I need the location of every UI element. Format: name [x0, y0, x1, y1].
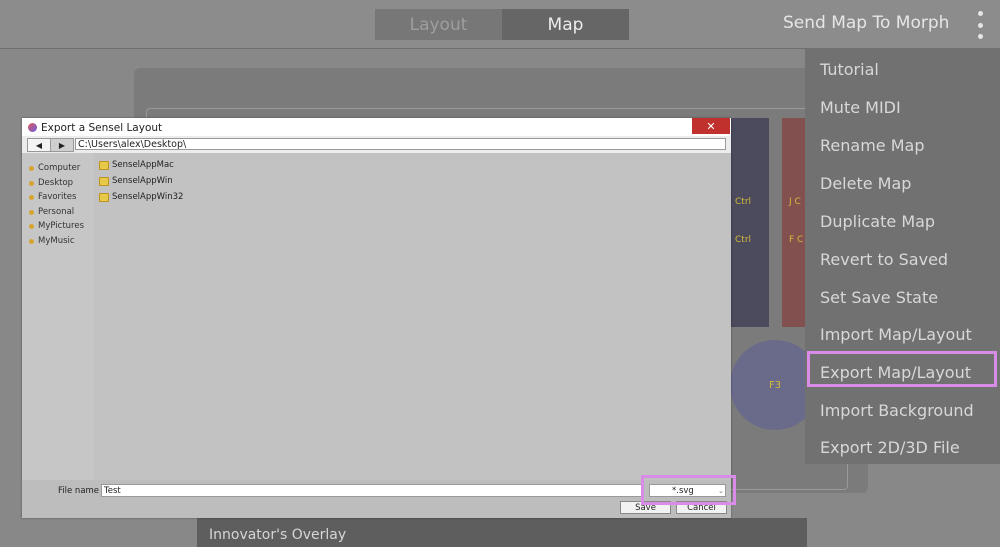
ctrl-key-label: Ctrl [735, 197, 752, 207]
bullet-icon [29, 238, 34, 244]
file-name: SenselAppWin [112, 176, 173, 186]
places-sidebar: Computer Desktop Favorites Personal MyPi… [22, 153, 94, 480]
tab-map[interactable]: Map [502, 9, 629, 40]
menu-item-rename-map[interactable]: Rename Map [820, 136, 924, 155]
menu-item-import-background[interactable]: Import Background [820, 401, 974, 420]
folder-icon [99, 160, 109, 170]
sidebar-item-label: MyMusic [38, 236, 75, 246]
ctrl-key-label: Ctrl [735, 235, 752, 245]
close-icon[interactable]: ✕ [692, 118, 730, 134]
sidebar-item-label: Personal [38, 207, 75, 217]
list-item[interactable]: SenselAppWin [99, 176, 173, 186]
file-name-input[interactable]: Test [101, 484, 642, 497]
map-options-menu: Tutorial Mute MIDI Rename Map Delete Map… [805, 49, 1000, 464]
sidebar-item-desktop[interactable]: Desktop [29, 178, 73, 188]
navigation-bar: ◀ ▶ C:\Users\alex\Desktop\ [22, 136, 731, 153]
forward-arrow-icon[interactable]: ▶ [50, 138, 74, 152]
export-layout-dialog: Export a Sensel Layout ✕ ◀ ▶ C:\Users\al… [22, 118, 731, 518]
overlay-title: Innovator's Overlay [209, 527, 347, 543]
bullet-icon [29, 194, 34, 200]
send-map-to-morph-button[interactable]: Send Map To Morph [783, 13, 949, 33]
innovators-overlay-panel[interactable]: Innovator's Overlay [197, 518, 807, 547]
menu-item-tutorial[interactable]: Tutorial [820, 60, 879, 79]
menu-item-delete-map[interactable]: Delete Map [820, 174, 911, 193]
list-item[interactable]: SenselAppWin32 [99, 192, 183, 202]
sidebar-item-label: Computer [38, 163, 81, 173]
red-key-label: J C [789, 197, 801, 207]
file-name: SenselAppMac [112, 160, 174, 170]
sidebar-item-label: Favorites [38, 192, 77, 202]
file-type-highlight [641, 475, 736, 505]
file-list: SenselAppMac SenselAppWin SenselAppWin32 [94, 153, 731, 480]
file-name: SenselAppWin32 [112, 192, 184, 202]
dialog-title: Export a Sensel Layout [41, 122, 163, 134]
bullet-icon [29, 209, 34, 215]
mode-tabs: Layout Map [375, 9, 630, 40]
sidebar-item-mymusic[interactable]: MyMusic [29, 236, 75, 246]
bullet-icon [29, 180, 34, 186]
folder-icon [99, 192, 109, 202]
menu-item-revert-to-saved[interactable]: Revert to Saved [820, 250, 948, 269]
menu-item-duplicate-map[interactable]: Duplicate Map [820, 212, 935, 231]
dialog-title-bar: Export a Sensel Layout ✕ [22, 118, 731, 136]
bullet-icon [29, 165, 34, 171]
sidebar-item-personal[interactable]: Personal [29, 207, 74, 217]
folder-icon [99, 176, 109, 186]
red-key-label: F C [789, 235, 804, 245]
list-item[interactable]: SenselAppMac [99, 160, 174, 170]
app-logo-icon [28, 123, 37, 132]
menu-item-set-save-state[interactable]: Set Save State [820, 288, 938, 307]
back-arrow-icon[interactable]: ◀ [27, 138, 51, 152]
menu-item-import-map-layout[interactable]: Import Map/Layout [820, 325, 972, 344]
menu-item-export-2d-3d-file[interactable]: Export 2D/3D File [820, 438, 960, 457]
sidebar-item-favorites[interactable]: Favorites [29, 192, 76, 202]
dialog-footer: File name Test *.svg ⌄ Save Cancel [22, 480, 731, 518]
sidebar-item-computer[interactable]: Computer [29, 163, 80, 173]
path-field[interactable]: C:\Users\alex\Desktop\ [75, 138, 726, 150]
top-bar: Layout Map Send Map To Morph [0, 0, 1000, 49]
ctrl-key[interactable] [731, 118, 769, 327]
bullet-icon [29, 223, 34, 229]
tab-layout[interactable]: Layout [375, 9, 502, 40]
export-map-layout-highlight [807, 351, 997, 387]
sidebar-item-mypictures[interactable]: MyPictures [29, 221, 84, 231]
menu-item-mute-midi[interactable]: Mute MIDI [820, 98, 901, 117]
sidebar-item-label: MyPictures [38, 221, 85, 231]
kebab-menu-icon[interactable] [972, 11, 988, 39]
sidebar-item-label: Desktop [38, 178, 74, 188]
file-name-label: File name [58, 486, 100, 496]
f3-label: F3 [768, 379, 782, 391]
